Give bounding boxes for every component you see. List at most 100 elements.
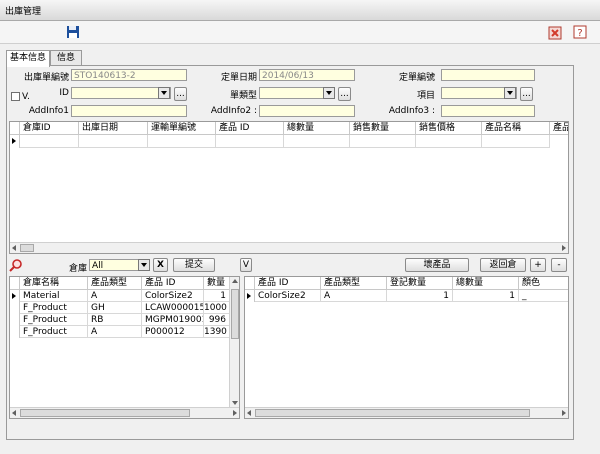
main-col-product-name[interactable]: 產品名稱 bbox=[482, 122, 550, 135]
inventory-col-warehouse-name[interactable]: 倉庫名稱 bbox=[20, 277, 88, 290]
inventory-hscroll-thumb[interactable] bbox=[20, 409, 190, 417]
inventory-col-product-type[interactable]: 產品類型 bbox=[88, 277, 142, 290]
out-items-grid[interactable]: 產品 ID 產品類型 登記數量 總數量 顏色 ColorSize2 A 1 1 … bbox=[244, 276, 569, 419]
out-col-total-qty[interactable]: 總數量 bbox=[453, 277, 519, 290]
table-row-cell[interactable]: Material bbox=[20, 290, 88, 302]
table-row-cell[interactable]: F_Product bbox=[20, 302, 88, 314]
main-col-product-more[interactable]: 產品 bbox=[550, 122, 568, 135]
table-row-cell[interactable]: MGPM019001 bbox=[142, 314, 204, 326]
main-grid-hscrollbar[interactable] bbox=[10, 242, 568, 253]
table-row-cell[interactable]: A bbox=[321, 290, 387, 302]
main-new-row-cell[interactable] bbox=[148, 135, 216, 148]
table-row-cell[interactable]: P000012 bbox=[142, 326, 204, 338]
id-dropdown-button[interactable] bbox=[158, 87, 170, 99]
search-icon[interactable] bbox=[9, 258, 23, 272]
out-col-product-id[interactable]: 產品 ID bbox=[255, 277, 321, 290]
svg-text:?: ? bbox=[577, 28, 582, 39]
save-icon[interactable] bbox=[66, 25, 80, 39]
v-button[interactable]: V bbox=[240, 258, 252, 272]
table-row-cell[interactable]: 1390 bbox=[204, 326, 230, 338]
return-warehouse-button[interactable]: 返回倉 bbox=[480, 258, 526, 272]
item-dropdown-button[interactable] bbox=[504, 87, 516, 99]
table-row-cell[interactable]: ColorSize2 bbox=[255, 290, 321, 302]
table-row-cell[interactable]: RB bbox=[88, 314, 142, 326]
tab-basic-info[interactable]: 基本信息 bbox=[6, 50, 50, 67]
table-row-cell[interactable]: 1000 bbox=[204, 302, 230, 314]
out-items-hscroll-thumb[interactable] bbox=[255, 409, 530, 417]
table-row-cell[interactable]: A bbox=[88, 290, 142, 302]
inventory-grid-vscrollbar[interactable] bbox=[229, 277, 239, 407]
main-col-warehouse-id[interactable]: 倉庫ID bbox=[20, 122, 79, 135]
order-no-label: 定單編號 bbox=[398, 73, 435, 83]
warehouse-dropdown-button[interactable] bbox=[138, 259, 150, 271]
main-grid[interactable]: 倉庫ID 出庫日期 運輸單編號 產品 ID 總數量 銷售數量 銷售價格 產品名稱… bbox=[9, 121, 569, 254]
inventory-col-qty[interactable]: 數量 bbox=[204, 277, 230, 290]
main-col-sales-price[interactable]: 銷售價格 bbox=[416, 122, 482, 135]
row-header bbox=[10, 302, 20, 314]
submit-button[interactable]: 提交 bbox=[173, 258, 215, 272]
close-icon[interactable] bbox=[548, 26, 562, 40]
order-no-field[interactable] bbox=[441, 69, 535, 81]
main-grid-hscroll-thumb[interactable] bbox=[20, 244, 34, 252]
main-new-row-cell[interactable] bbox=[284, 135, 350, 148]
out-row-indicator bbox=[245, 290, 255, 302]
inventory-vscroll-thumb[interactable] bbox=[231, 289, 239, 339]
table-row-cell[interactable]: 996 bbox=[204, 314, 230, 326]
table-row-cell[interactable]: 1 bbox=[204, 290, 230, 302]
main-new-row-cell[interactable] bbox=[416, 135, 482, 148]
inventory-col-product-id[interactable]: 產品 ID bbox=[142, 277, 204, 290]
v-checkbox[interactable] bbox=[11, 92, 20, 101]
bad-product-button[interactable]: 壞產品 bbox=[405, 258, 469, 272]
row-header bbox=[10, 314, 20, 326]
item-browse-button[interactable]: ... bbox=[520, 87, 533, 101]
out-no-field[interactable]: STO140613-2 bbox=[71, 69, 187, 81]
tab-info[interactable]: 信息 bbox=[50, 50, 82, 66]
out-items-grid-hscrollbar[interactable] bbox=[245, 407, 568, 418]
main-col-total-qty[interactable]: 總數量 bbox=[284, 122, 350, 135]
main-new-row-cell[interactable] bbox=[482, 135, 550, 148]
main-new-row-cell[interactable] bbox=[20, 135, 79, 148]
table-row-cell[interactable]: GH bbox=[88, 302, 142, 314]
main-new-row-cell[interactable] bbox=[216, 135, 284, 148]
window-title: 出庫管理 bbox=[5, 7, 42, 17]
order-type-dropdown-button[interactable] bbox=[323, 87, 335, 99]
addinfo1-field[interactable] bbox=[71, 105, 187, 117]
table-row-cell[interactable]: 1 bbox=[387, 290, 453, 302]
inventory-grid-hscrollbar[interactable] bbox=[10, 407, 239, 418]
order-date-label: 定單日期 bbox=[220, 73, 257, 83]
addinfo2-field[interactable] bbox=[259, 105, 355, 117]
main-col-shipment-no[interactable]: 運輸單編號 bbox=[148, 122, 216, 135]
out-col-registered-qty[interactable]: 登記數量 bbox=[387, 277, 453, 290]
add-row-button[interactable]: + bbox=[530, 258, 546, 272]
main-new-row-cell[interactable] bbox=[79, 135, 148, 148]
table-row-cell[interactable]: F_Product bbox=[20, 314, 88, 326]
table-row-cell[interactable]: LCAW000015 bbox=[142, 302, 204, 314]
table-row-cell[interactable]: F_Product bbox=[20, 326, 88, 338]
title-bar: 出庫管理 bbox=[0, 0, 600, 21]
id-select[interactable] bbox=[71, 87, 171, 99]
table-row-cell[interactable]: _ bbox=[519, 290, 568, 302]
out-col-color[interactable]: 顏色 bbox=[519, 277, 568, 290]
main-col-product-id[interactable]: 產品 ID bbox=[216, 122, 284, 135]
order-date-field[interactable]: 2014/06/13 bbox=[259, 69, 355, 81]
order-type-browse-button[interactable]: ... bbox=[338, 87, 351, 101]
clear-filter-button[interactable]: X bbox=[153, 258, 168, 272]
out-col-product-type[interactable]: 產品類型 bbox=[321, 277, 387, 290]
id-label: ID bbox=[59, 88, 69, 98]
inventory-grid[interactable]: 倉庫名稱 產品類型 產品 ID 數量 Material A ColorSize2… bbox=[9, 276, 240, 419]
basic-info-panel: 出庫單編號 STO140613-2 定單日期 2014/06/13 定單編號 V… bbox=[6, 65, 574, 440]
warehouse-filter-label: 倉庫 bbox=[68, 264, 87, 274]
id-browse-button[interactable]: ... bbox=[174, 87, 187, 101]
addinfo3-field[interactable] bbox=[441, 105, 535, 117]
table-row-cell[interactable]: A bbox=[88, 326, 142, 338]
row-header bbox=[10, 326, 20, 338]
table-row-cell[interactable]: ColorSize2 bbox=[142, 290, 204, 302]
help-icon[interactable]: ? bbox=[573, 25, 587, 39]
main-col-out-date[interactable]: 出庫日期 bbox=[79, 122, 148, 135]
table-row-cell[interactable]: 1 bbox=[453, 290, 519, 302]
main-new-row-cell[interactable] bbox=[350, 135, 416, 148]
remove-row-button[interactable]: - bbox=[551, 258, 567, 272]
main-col-sales-qty[interactable]: 銷售數量 bbox=[350, 122, 416, 135]
addinfo2-label: AddInfo2 : bbox=[210, 106, 257, 116]
order-type-label: 單類型 bbox=[229, 91, 257, 101]
